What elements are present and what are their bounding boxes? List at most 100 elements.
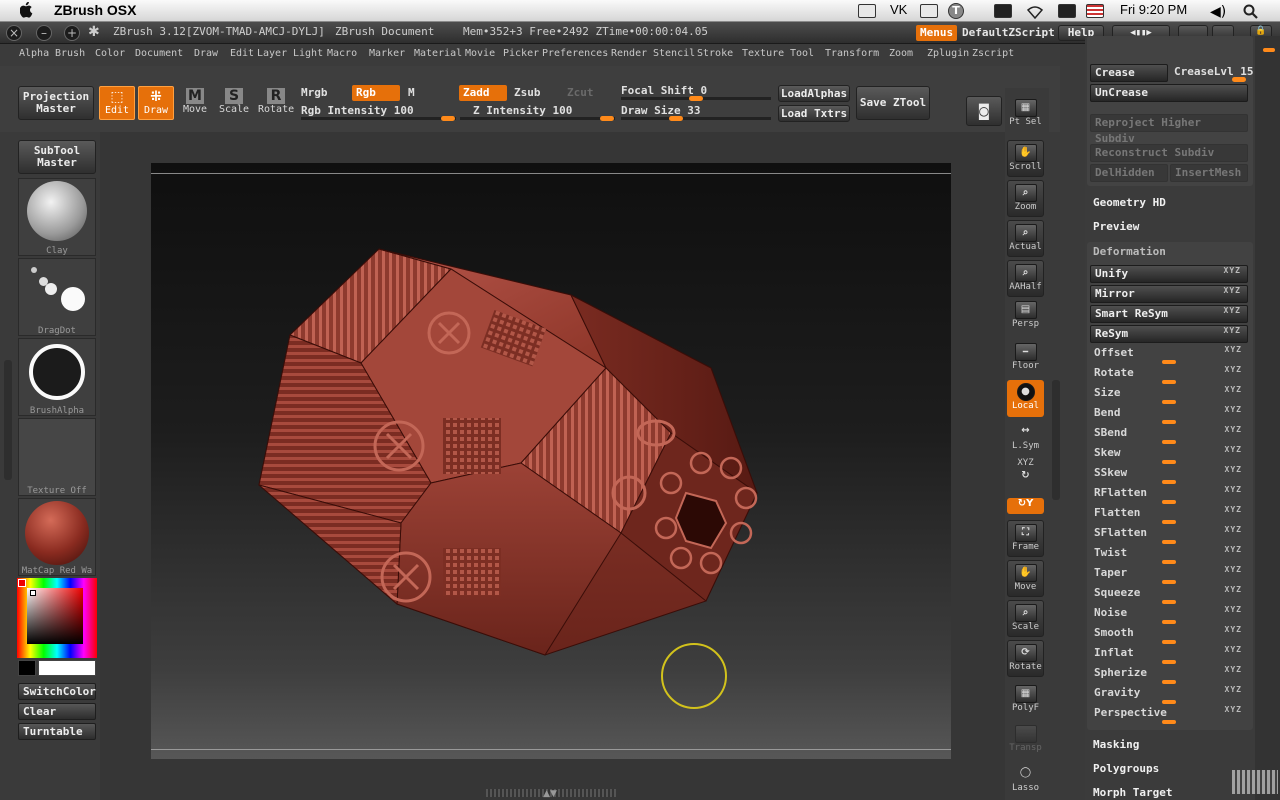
focal-shift-slider[interactable]: [621, 96, 771, 101]
zcut-button[interactable]: Zcut: [567, 86, 594, 99]
brush-clay-thumb[interactable]: Clay: [18, 178, 96, 256]
volume-icon[interactable]: ◀): [1210, 4, 1228, 20]
menu-draw[interactable]: Draw: [194, 48, 218, 59]
menu-alpha[interactable]: Alpha: [19, 48, 49, 59]
preview-header[interactable]: Preview: [1093, 220, 1139, 233]
load-txtrs-button[interactable]: Load Txtrs: [778, 105, 850, 122]
y-rotate-toggle[interactable]: ↻Y: [1007, 498, 1044, 514]
texture-thumb[interactable]: Texture Off: [18, 418, 96, 496]
axis-toggle-icon[interactable]: XYZ: [1225, 345, 1242, 354]
scale-tool-button[interactable]: S Scale: [216, 86, 252, 120]
persp-button[interactable]: ▤ Persp: [1007, 298, 1044, 335]
actual-button[interactable]: ⌕ Actual: [1007, 220, 1044, 257]
deformation-slider-knob[interactable]: [1162, 440, 1176, 444]
deformation-flatten[interactable]: Flatten XYZ: [1090, 505, 1248, 524]
mail-icon[interactable]: [920, 4, 938, 18]
polyf-button[interactable]: ▦ PolyF: [1007, 682, 1044, 719]
axis-toggle-icon[interactable]: XYZ: [1224, 266, 1241, 275]
menu-marker[interactable]: Marker: [369, 48, 405, 59]
menu-zoom[interactable]: Zoom: [889, 48, 913, 59]
menu-movie[interactable]: Movie: [465, 48, 495, 59]
menu-render[interactable]: Render: [611, 48, 647, 59]
axis-toggle-icon[interactable]: XYZ: [1225, 645, 1242, 654]
menu-stroke[interactable]: Stroke: [697, 48, 733, 59]
deformation-mirror[interactable]: Mirror XYZ: [1090, 285, 1248, 303]
menu-brush[interactable]: Brush: [55, 48, 85, 59]
briefcase-icon[interactable]: [858, 4, 876, 18]
delhidden-button[interactable]: DelHidden: [1090, 164, 1168, 182]
move-view-button[interactable]: ✋ Move: [1007, 560, 1044, 597]
zoom-button[interactable]: ⌕ Zoom: [1007, 180, 1044, 217]
z-intensity-slider[interactable]: [460, 116, 615, 121]
transp-button[interactable]: Transp: [1007, 722, 1044, 759]
deformation-smart-resym[interactable]: Smart ReSym XYZ: [1090, 305, 1248, 323]
local-button[interactable]: ● Local: [1007, 380, 1044, 417]
mrgb-button[interactable]: Mrgb: [301, 86, 328, 99]
deformation-header[interactable]: Deformation: [1093, 245, 1166, 258]
close-window-icon[interactable]: ×: [6, 25, 22, 41]
flag-icon[interactable]: [1086, 4, 1104, 18]
save-ztool-button[interactable]: Save ZTool: [856, 86, 930, 120]
axis-toggle-icon[interactable]: XYZ: [1225, 665, 1242, 674]
crease-level-knob[interactable]: [1232, 77, 1246, 82]
pt-sel-button[interactable]: ▦ Pt Sel: [1007, 96, 1044, 133]
axis-toggle-icon[interactable]: XYZ: [1224, 286, 1241, 295]
deformation-slider-knob[interactable]: [1162, 520, 1176, 524]
maximize-window-icon[interactable]: +: [64, 25, 80, 41]
deformation-slider-knob[interactable]: [1162, 540, 1176, 544]
deformation-taper[interactable]: Taper XYZ: [1090, 565, 1248, 584]
deformation-gravity[interactable]: Gravity XYZ: [1090, 685, 1248, 704]
display-icon[interactable]: [1058, 4, 1076, 18]
menu-light[interactable]: Light: [293, 48, 323, 59]
menu-transform[interactable]: Transform: [825, 48, 879, 59]
turntable-button[interactable]: Turntable: [18, 723, 96, 740]
scroll-button[interactable]: ✋ Scroll: [1007, 140, 1044, 177]
crease-button[interactable]: Crease: [1090, 64, 1168, 82]
axis-toggle-icon[interactable]: XYZ: [1225, 385, 1242, 394]
menu-zscript[interactable]: Zscript: [972, 48, 1014, 59]
brush-alpha-thumb[interactable]: BrushAlpha: [18, 338, 96, 416]
color-picker[interactable]: [17, 578, 97, 658]
crease-level-slider[interactable]: CreaseLvl 15: [1172, 64, 1253, 82]
deformation-sbend[interactable]: SBend XYZ: [1090, 425, 1248, 444]
menu-zplugin[interactable]: Zplugin: [927, 48, 969, 59]
axis-toggle-icon[interactable]: XYZ: [1224, 326, 1241, 335]
color-saturation-square[interactable]: [27, 588, 83, 644]
menu-material[interactable]: Material: [414, 48, 462, 59]
draw-size-slider[interactable]: [621, 116, 771, 121]
deformation-slider-knob[interactable]: [1162, 660, 1176, 664]
menu-texture[interactable]: Texture: [742, 48, 784, 59]
menu-macro[interactable]: Macro: [327, 48, 357, 59]
deformation-resym[interactable]: ReSym XYZ: [1090, 325, 1248, 343]
deformation-rotate[interactable]: Rotate XYZ: [1090, 365, 1248, 384]
reproject-higher-subdiv-button[interactable]: Reproject Higher Subdiv: [1090, 114, 1248, 145]
masking-header[interactable]: Masking: [1093, 738, 1139, 751]
axis-toggle-icon[interactable]: XYZ: [1225, 605, 1242, 614]
insertmesh-button[interactable]: InsertMesh: [1170, 164, 1248, 182]
deformation-sskew[interactable]: SSkew XYZ: [1090, 465, 1248, 484]
menu-edit[interactable]: Edit: [230, 48, 254, 59]
menus-toggle-button[interactable]: Menus: [916, 25, 958, 41]
rotate-view-button[interactable]: ⟳ Rotate: [1007, 640, 1044, 677]
keyboard-icon[interactable]: [1232, 770, 1278, 794]
axis-toggle-icon[interactable]: XYZ: [1225, 405, 1242, 414]
axis-toggle-icon[interactable]: XYZ: [1225, 625, 1242, 634]
secondary-color-swatch[interactable]: [18, 660, 36, 676]
model-viewport[interactable]: [151, 163, 951, 759]
lasso-button[interactable]: ◯ Lasso: [1007, 762, 1044, 799]
deformation-slider-knob[interactable]: [1162, 400, 1176, 404]
menu-document[interactable]: Document: [135, 48, 183, 59]
deformation-perspective[interactable]: Perspective XYZ: [1090, 705, 1248, 724]
axis-toggle-icon[interactable]: XYZ: [1225, 445, 1242, 454]
subtool-master-button[interactable]: SubTool Master: [18, 140, 96, 174]
menu-stencil[interactable]: Stencil: [653, 48, 695, 59]
projection-master-button[interactable]: Projection Master: [18, 86, 94, 120]
reconstruct-subdiv-button[interactable]: Reconstruct Subdiv: [1090, 144, 1248, 162]
axis-toggle-icon[interactable]: XYZ: [1225, 685, 1242, 694]
deformation-slider-knob[interactable]: [1162, 620, 1176, 624]
menu-preferences[interactable]: Preferences: [542, 48, 608, 59]
deformation-slider-knob[interactable]: [1162, 600, 1176, 604]
m-button[interactable]: M: [408, 86, 415, 99]
deformation-inflat[interactable]: Inflat XYZ: [1090, 645, 1248, 664]
left-tray-handle[interactable]: [4, 360, 12, 480]
